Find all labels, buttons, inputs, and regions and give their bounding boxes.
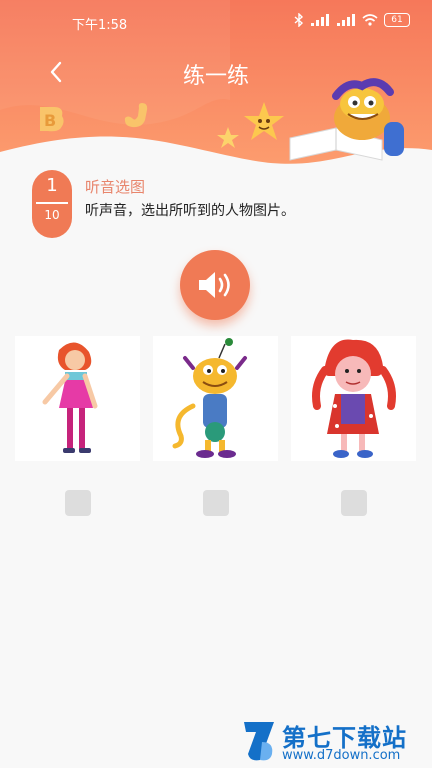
option-image-3[interactable]	[291, 336, 416, 461]
mascot-reading-decoration	[289, 78, 404, 161]
question-current: 1	[46, 175, 58, 196]
battery-icon: 61	[384, 13, 410, 27]
signal-icon	[311, 14, 329, 26]
star-character-decoration	[244, 102, 284, 140]
bluetooth-icon	[294, 13, 304, 27]
question-total: 10	[44, 208, 60, 222]
header-banner: 下午1:58 61 练一练 B	[0, 0, 432, 175]
status-bar: 下午1:58 61	[0, 10, 432, 36]
wifi-icon	[362, 14, 378, 26]
status-time: 下午1:58	[72, 18, 128, 33]
signal-icon-2	[337, 14, 355, 26]
option-checkbox-3[interactable]	[341, 490, 367, 516]
option-checkbox-1[interactable]	[65, 490, 91, 516]
question-instruction: 听声音，选出所听到的人物图片。	[85, 203, 295, 219]
monster-character-image	[172, 338, 247, 458]
counter-divider	[36, 202, 68, 204]
small-star-decoration	[217, 127, 239, 148]
question-type-label: 听音选图	[85, 178, 146, 196]
site-logo-icon	[244, 722, 274, 761]
option-image-2[interactable]	[153, 336, 278, 461]
question-counter: 1 10	[32, 170, 72, 238]
letter-j-decoration	[124, 103, 148, 128]
option-image-1[interactable]	[15, 336, 140, 461]
letter-b-decoration: B	[40, 107, 64, 132]
option-checkbox-2[interactable]	[203, 490, 229, 516]
girl-red-pigtails-image	[312, 339, 396, 458]
battery-level: 61	[391, 15, 403, 25]
watermark-url: www.d7down.com	[282, 748, 401, 763]
svg-text:B: B	[44, 111, 56, 130]
status-icons: 61	[294, 13, 410, 27]
play-sound-button[interactable]	[180, 250, 250, 320]
girl-pink-dress-image	[42, 342, 98, 453]
speaker-icon	[199, 272, 230, 298]
